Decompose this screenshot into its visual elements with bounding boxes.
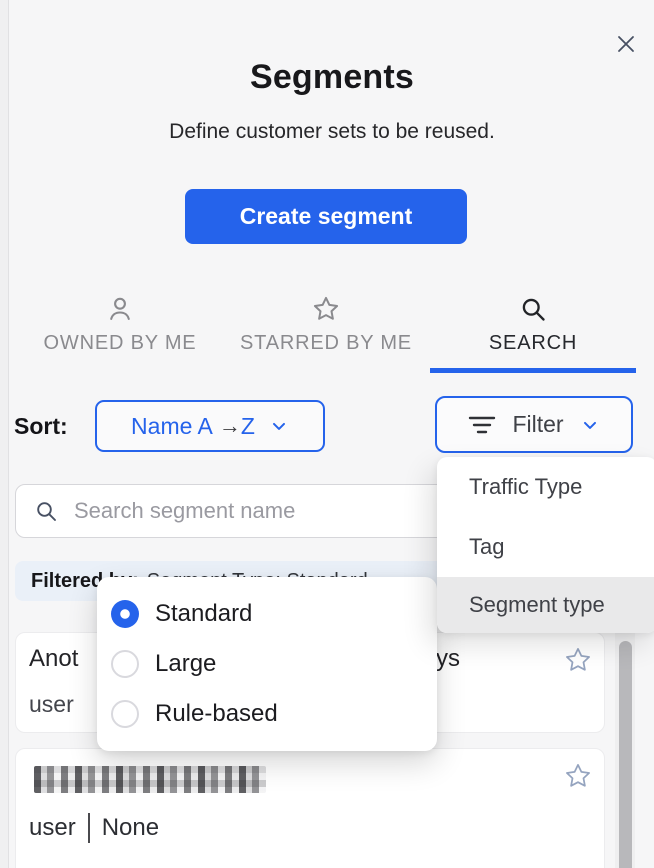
filter-button[interactable]: Filter — [435, 396, 633, 453]
radio-option-rule-based[interactable]: Rule-based — [111, 689, 437, 739]
radio-unselected-icon[interactable] — [111, 650, 139, 678]
star-icon — [564, 762, 594, 790]
chevron-down-icon — [269, 416, 289, 436]
search-icon — [519, 295, 547, 323]
star-icon — [312, 295, 340, 323]
create-segment-button[interactable]: Create segment — [185, 189, 467, 244]
tab-owned-by-me[interactable]: OWNED BY ME — [20, 295, 220, 373]
segment-meta-primary: user — [29, 814, 76, 842]
filter-label: Filter — [512, 411, 563, 438]
menu-item-segment-type[interactable]: Segment type — [437, 577, 654, 633]
menu-item-traffic-type[interactable]: Traffic Type — [437, 457, 654, 517]
tab-starred-by-me[interactable]: STARRED BY ME — [228, 295, 424, 373]
search-icon — [34, 499, 58, 523]
page-subtitle: Define customer sets to be reused. — [10, 120, 654, 144]
sort-label: Sort: — [14, 413, 68, 440]
filter-icon — [468, 413, 496, 437]
filter-dropdown-menu: Traffic Type Tag Segment type — [437, 457, 654, 633]
radio-option-label: Standard — [155, 600, 252, 628]
redacted-segment-title — [34, 766, 266, 793]
menu-item-tag[interactable]: Tag — [437, 517, 654, 577]
sort-value-prefix: Name A — [131, 413, 213, 440]
sort-value-suffix: Z — [241, 413, 255, 440]
radio-unselected-icon[interactable] — [111, 700, 139, 728]
tab-owned-label: OWNED BY ME — [44, 332, 197, 355]
create-segment-label: Create segment — [240, 203, 413, 230]
segment-meta: user None — [29, 813, 159, 843]
segment-list-item[interactable]: user None — [15, 748, 605, 868]
star-toggle-button[interactable] — [564, 645, 594, 675]
radio-option-label: Large — [155, 650, 216, 678]
chevron-down-icon — [580, 415, 600, 435]
close-icon — [617, 35, 635, 53]
segment-title-fragment: ys — [436, 645, 460, 673]
tab-starred-label: STARRED BY ME — [240, 332, 412, 355]
segments-modal: Segments Define customer sets to be reus… — [0, 0, 654, 868]
star-toggle-button[interactable] — [564, 761, 594, 791]
meta-divider — [88, 813, 90, 843]
page-edge-divider — [0, 0, 9, 868]
segment-type-popup: Standard Large Rule-based — [97, 577, 437, 751]
radio-option-label: Rule-based — [155, 700, 278, 728]
tab-search-label: SEARCH — [489, 332, 577, 355]
person-icon — [106, 295, 134, 323]
tab-search[interactable]: SEARCH — [430, 295, 636, 373]
scrollbar-thumb[interactable] — [619, 641, 632, 868]
sort-dropdown[interactable]: Name A → Z — [95, 400, 325, 452]
page-title: Segments — [10, 58, 654, 97]
sort-arrow: → — [219, 413, 241, 439]
radio-option-standard[interactable]: Standard — [111, 589, 437, 639]
segment-meta: user — [29, 691, 74, 718]
active-tab-underline — [430, 368, 636, 373]
segment-title-fragment: Anot — [29, 645, 78, 673]
radio-option-large[interactable]: Large — [111, 639, 437, 689]
radio-selected-icon[interactable] — [111, 600, 139, 628]
segment-meta-secondary: None — [102, 814, 159, 842]
close-button[interactable] — [614, 32, 638, 56]
star-icon — [564, 646, 594, 674]
